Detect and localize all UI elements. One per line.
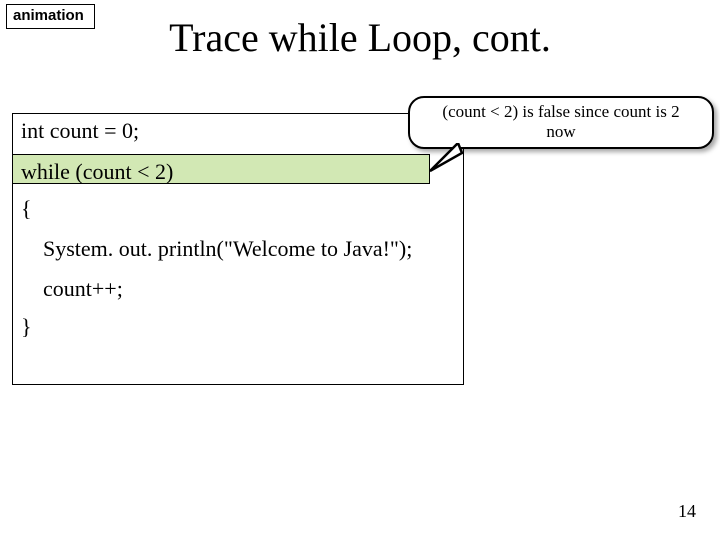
callout-line1: (count < 2) is false since count is 2 [442, 102, 679, 121]
code-line-2: while (count < 2) [21, 159, 173, 185]
code-line-5: count++; [43, 276, 123, 302]
code-line-1: int count = 0; [21, 118, 139, 144]
explanation-callout: (count < 2) is false since count is 2 no… [408, 96, 714, 149]
code-line-3: { [21, 196, 32, 222]
code-line-4: System. out. println("Welcome to Java!")… [43, 236, 412, 262]
code-line-6: } [21, 314, 32, 340]
page-number: 14 [678, 501, 696, 522]
slide-title: Trace while Loop, cont. [0, 14, 720, 61]
callout-line2: now [546, 122, 575, 141]
code-highlight: while (count < 2) [12, 154, 430, 184]
